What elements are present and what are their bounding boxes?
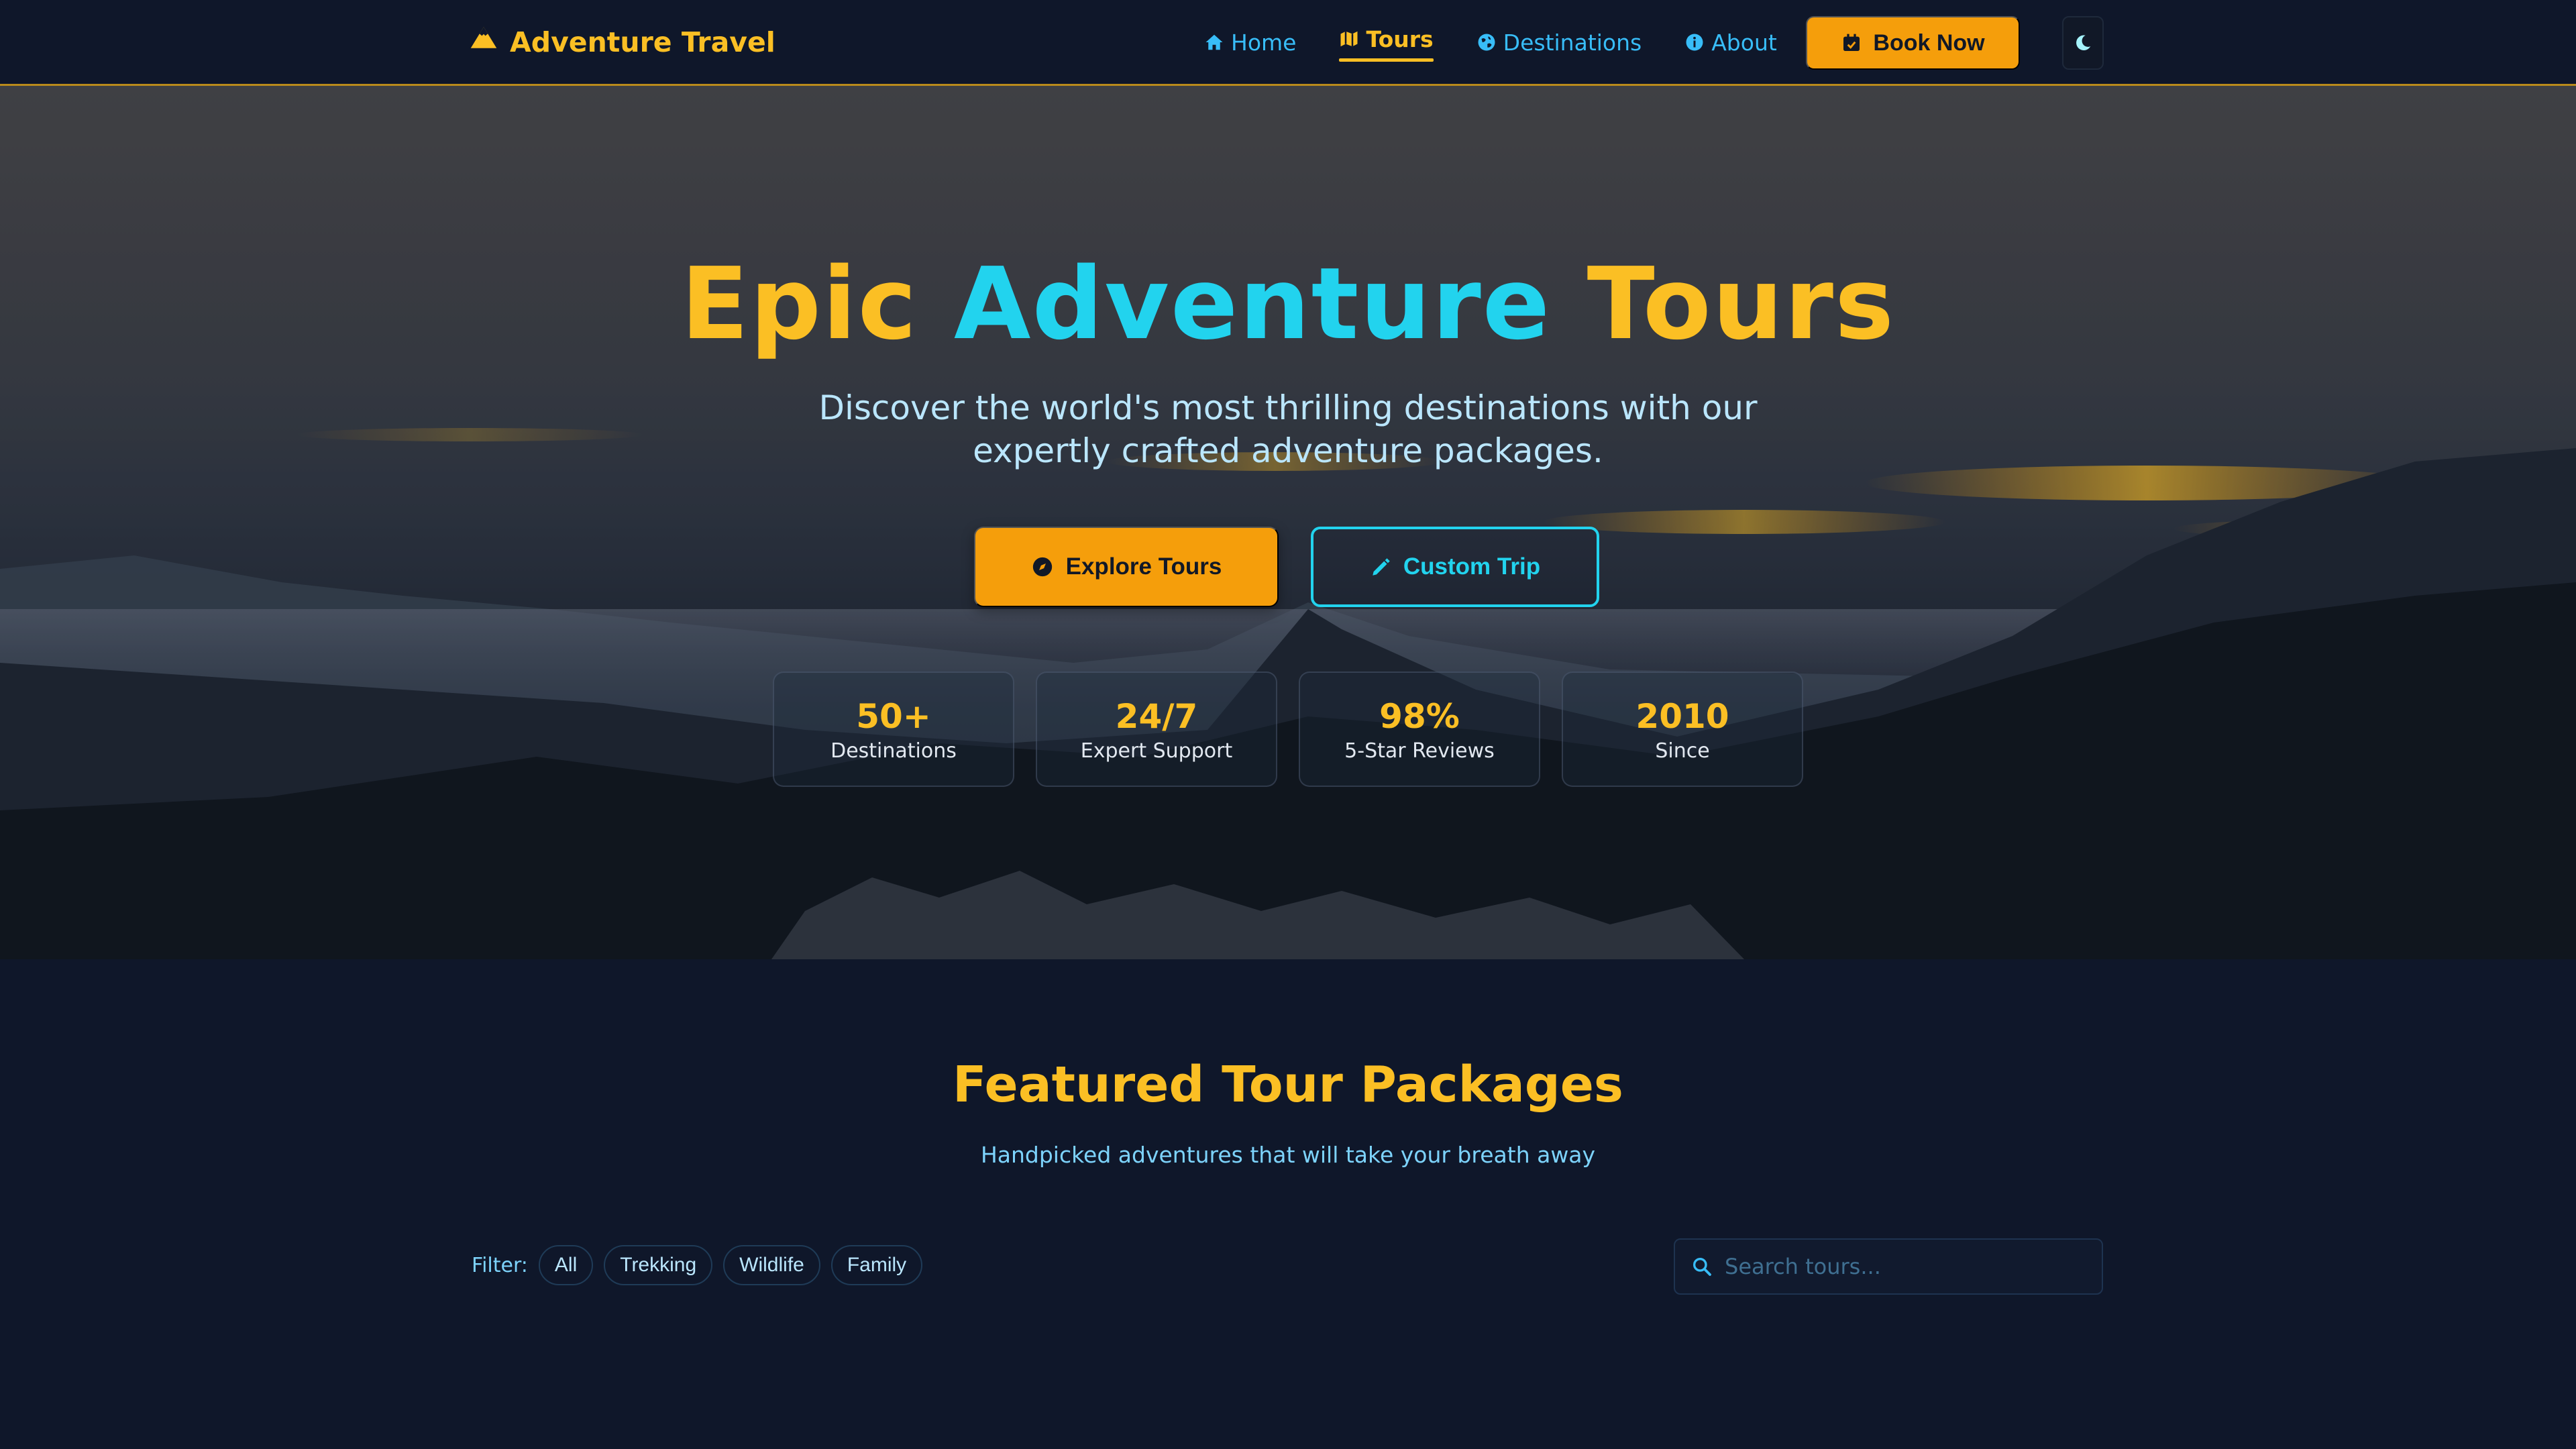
stat-card: 50+ Destinations	[773, 672, 1014, 787]
stat-label: Expert Support	[1080, 739, 1233, 763]
stats-row: 50+ Destinations 24/7 Expert Support 98%…	[773, 672, 1803, 787]
hero-title-word-1: Epic	[680, 246, 918, 362]
filter-bar: Filter: All Trekking Wildlife Family	[472, 1245, 923, 1285]
book-now-button[interactable]: Book Now	[1806, 16, 2020, 70]
stat-label: Destinations	[830, 739, 957, 763]
stat-card: 2010 Since	[1562, 672, 1803, 787]
theme-toggle-button[interactable]	[2062, 16, 2104, 70]
hero-section: Epic Adventure Tours Discover the world'…	[0, 86, 2576, 959]
compass-icon	[1032, 557, 1052, 577]
mountain-background-image	[0, 86, 2576, 959]
book-now-label: Book Now	[1873, 30, 1985, 56]
stat-card: 98% 5-Star Reviews	[1299, 672, 1540, 787]
nav-destinations-label: Destinations	[1503, 29, 1642, 56]
explore-tours-label: Explore Tours	[1065, 553, 1222, 580]
mountain-icon	[470, 27, 497, 48]
info-icon	[1686, 34, 1703, 51]
filter-label: Filter:	[472, 1253, 528, 1277]
stat-value: 98%	[1379, 696, 1460, 736]
nav-home[interactable]: Home	[1204, 24, 1296, 61]
custom-trip-button[interactable]: Custom Trip	[1311, 527, 1599, 607]
pencil-icon	[1373, 558, 1390, 576]
search-icon	[1693, 1258, 1711, 1276]
featured-title: Featured Tour Packages	[953, 1056, 1623, 1114]
filter-chip-trekking[interactable]: Trekking	[604, 1245, 713, 1285]
nav-about-label: About	[1711, 29, 1777, 56]
hero-title: Epic Adventure Tours	[0, 250, 2576, 359]
stat-card: 24/7 Expert Support	[1036, 672, 1277, 787]
brand-logo[interactable]: Adventure Travel	[470, 19, 775, 66]
brand-name: Adventure Travel	[510, 26, 775, 58]
map-icon	[1340, 31, 1358, 47]
stat-label: Since	[1655, 739, 1710, 763]
stat-value: 50+	[856, 696, 931, 736]
stat-label: 5-Star Reviews	[1344, 739, 1495, 763]
navbar: Adventure Travel Home Tours Destinations	[0, 0, 2576, 86]
nav-tours-label: Tours	[1366, 25, 1434, 52]
filter-chip-family[interactable]: Family	[830, 1245, 923, 1285]
main-nav: Home Tours Destinations About	[1204, 19, 1820, 66]
hero-title-word-3: Tours	[1587, 246, 1896, 362]
moon-icon	[2076, 35, 2091, 50]
featured-subtitle: Handpicked adventures that will take you…	[980, 1142, 1596, 1168]
stat-value: 2010	[1635, 696, 1729, 736]
stat-value: 24/7	[1115, 696, 1198, 736]
nav-destinations[interactable]: Destinations	[1477, 24, 1642, 61]
custom-trip-label: Custom Trip	[1403, 553, 1541, 580]
nav-about[interactable]: About	[1684, 24, 1777, 61]
search-box	[1674, 1238, 2103, 1295]
nav-tours[interactable]: Tours	[1339, 21, 1434, 62]
home-icon	[1205, 34, 1223, 50]
calendar-icon	[1843, 34, 1860, 51]
filter-chip-all[interactable]: All	[538, 1245, 594, 1285]
filter-chip-wildlife[interactable]: Wildlife	[723, 1245, 820, 1285]
hero-subtitle: Discover the world's most thrilling dest…	[818, 388, 1758, 470]
explore-tours-button[interactable]: Explore Tours	[974, 527, 1279, 607]
hero-title-word-2: Adventure	[953, 246, 1552, 362]
search-input[interactable]	[1725, 1254, 2087, 1279]
globe-icon	[1478, 34, 1495, 51]
nav-home-label: Home	[1231, 29, 1297, 56]
